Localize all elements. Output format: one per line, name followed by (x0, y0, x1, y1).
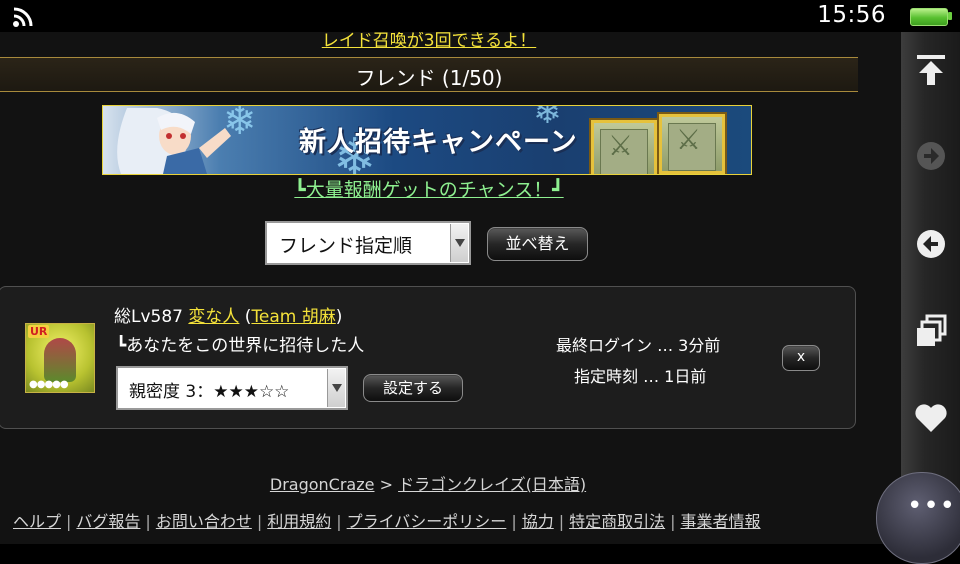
campaign-reward-link[interactable]: ┗大量報酬ゲットのチャンス！┛ (0, 175, 858, 202)
footer-separator: | (558, 512, 565, 531)
affinity-select[interactable]: 親密度 3：★★★☆☆ (116, 366, 348, 410)
footer-separator: | (511, 512, 517, 531)
footer-link-bug-report[interactable]: バグ報告 (76, 512, 140, 531)
avatar-character (44, 338, 76, 382)
affinity-value: 親密度 3：★★★☆☆ (129, 382, 290, 402)
friend-name-link[interactable]: 変な人 (188, 307, 239, 327)
battery-full-icon (910, 8, 948, 26)
page-header: フレンド (1/50) (0, 57, 858, 92)
banner-title: 新人招待キャンペーン (299, 127, 578, 158)
team-paren-close: ) (335, 307, 343, 327)
status-bar: 15:56 (0, 0, 960, 32)
banner-character-illustration (117, 108, 231, 174)
friend-team-link[interactable]: Team 胡麻 (251, 307, 335, 327)
avatar-stat-dots: ●●●●● (29, 379, 69, 390)
breadcrumb: DragonCraze > ドラゴンクレイズ(日本語) (0, 471, 856, 495)
sort-order-value: フレンド指定順 (279, 235, 413, 257)
favorite-heart-icon[interactable] (911, 398, 951, 438)
options-more-icon[interactable]: ••• (876, 472, 960, 564)
dropdown-arrow-icon (327, 369, 345, 407)
footer-link-cooperation[interactable]: 協力 (522, 512, 554, 531)
breadcrumb-game-link[interactable]: ドラゴンクレイズ(日本語) (398, 475, 586, 494)
last-login-status: 最終ログイン … 3分前 (556, 336, 721, 355)
windows-icon[interactable] (911, 312, 951, 352)
reward-card-image: ⚔ (659, 114, 725, 174)
footer-link-privacy[interactable]: プライバシーポリシー (347, 512, 507, 531)
sort-order-select[interactable]: フレンド指定順 (265, 221, 471, 265)
battery-tip (948, 12, 952, 20)
footer-separator: | (66, 512, 72, 531)
more-dots: ••• (907, 491, 957, 521)
reward-card-image: ⚔ (591, 120, 657, 174)
footer-separator: | (256, 512, 263, 531)
campaign-banner[interactable]: ❄ ❄ ❄ 新人招待キャンペーン ⚔ ⚔ (102, 105, 752, 175)
wifi-signal-icon (13, 7, 33, 27)
avatar-rank-badge: UR (28, 325, 50, 338)
breadcrumb-site-link[interactable]: DragonCraze (270, 475, 375, 494)
friend-level-line: 総Lv587 変な人 (Team 胡麻) (114, 302, 342, 327)
page-title: フレンド (1/50) (355, 66, 503, 90)
footer-link-help[interactable]: ヘルプ (13, 512, 61, 531)
footer-link-contact[interactable]: お問い合わせ (156, 512, 252, 531)
footer-separator: | (670, 512, 676, 531)
forward-icon[interactable] (911, 136, 951, 176)
sword-icon: ⚔ (608, 129, 634, 162)
footer-link-terms[interactable]: 利用規約 (267, 512, 331, 531)
set-affinity-button[interactable]: 設定する (363, 374, 463, 402)
friend-total-level: 総Lv587 (114, 307, 183, 327)
remove-friend-button[interactable]: x (782, 345, 820, 371)
sort-button[interactable]: 並べ替え (487, 227, 588, 261)
friend-avatar[interactable]: UR ●●●●● (25, 323, 95, 393)
back-icon[interactable] (911, 224, 951, 264)
assigned-time-status: 指定時刻 … 1日前 (574, 367, 707, 386)
clock: 15:56 (817, 2, 886, 28)
footer-link-company-info[interactable]: 事業者情報 (681, 512, 761, 531)
breadcrumb-separator: > (379, 475, 393, 494)
footer-links: ヘルプ | バグ報告 | お問い合わせ | 利用規約 | プライバシーポリシー | 協力 | 特定商取引… (13, 508, 761, 532)
sword-icon: ⚔ (676, 123, 702, 156)
dropdown-arrow-icon (450, 224, 468, 262)
web-page: レイド召喚が3回できるよ！ フレンド (1/50) ❄ ❄ ❄ 新人招待キャンペ… (0, 32, 900, 544)
footer-link-commerce-law[interactable]: 特定商取引法 (569, 512, 665, 531)
browser-sidebar (900, 32, 960, 544)
scroll-top-icon[interactable] (911, 49, 951, 89)
friend-card: UR ●●●●● 総Lv587 変な人 (Team 胡麻) ┗あなたをこの世界に… (0, 286, 856, 429)
raid-summon-link[interactable]: レイド召喚が3回できるよ！ (0, 32, 858, 51)
footer-separator: | (336, 512, 342, 531)
footer-separator: | (145, 512, 151, 531)
friend-note: ┗あなたをこの世界に招待した人 (116, 336, 365, 356)
